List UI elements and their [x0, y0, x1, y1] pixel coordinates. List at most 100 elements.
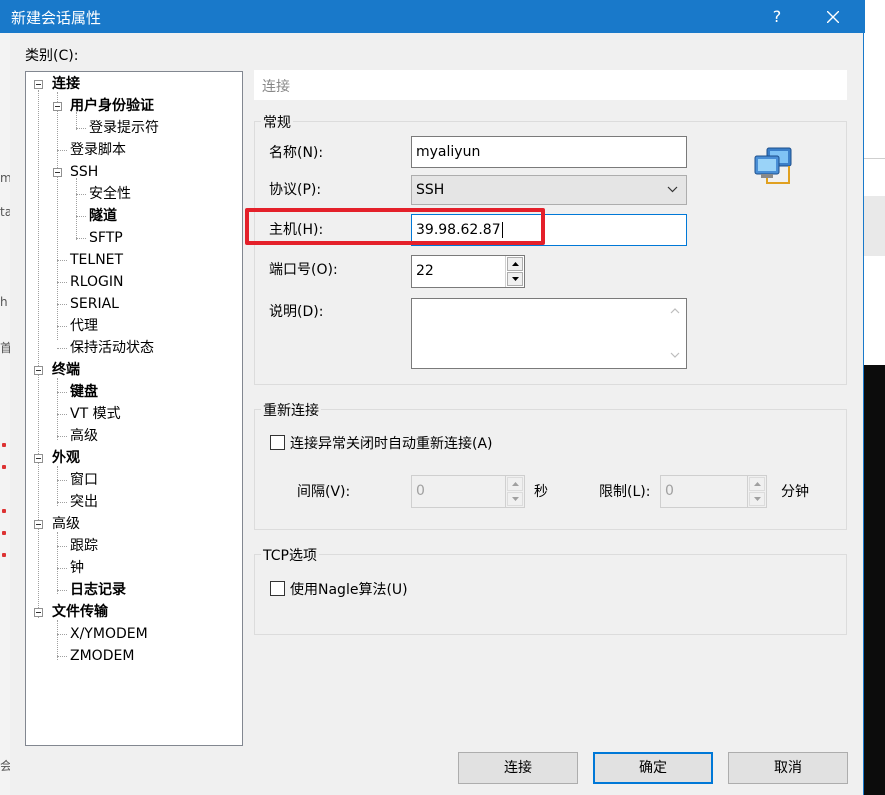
- interval-label: 间隔(V):: [297, 484, 351, 500]
- collapse-icon[interactable]: [34, 520, 43, 529]
- interval-spinner[interactable]: [505, 476, 523, 507]
- collapse-icon[interactable]: [34, 608, 43, 617]
- arrow-up-icon: [512, 482, 519, 486]
- tree-item-vt-mode[interactable]: VT 模式: [70, 404, 121, 424]
- collapse-icon[interactable]: [34, 80, 43, 89]
- description-scrollbar[interactable]: [665, 300, 685, 367]
- tree-line: [76, 216, 86, 217]
- tree-line: [57, 304, 67, 305]
- tree-line: [57, 620, 58, 660]
- auto-reconnect-label[interactable]: 连接异常关闭时自动重新连接(A): [290, 433, 493, 453]
- tree-line: [57, 260, 67, 261]
- collapse-icon[interactable]: [34, 366, 43, 375]
- close-button[interactable]: [807, 0, 859, 33]
- tree-item-keyboard[interactable]: 键盘: [70, 382, 98, 402]
- tree-item-sftp[interactable]: SFTP: [89, 228, 123, 248]
- tree-item-bell[interactable]: 钟: [70, 558, 84, 578]
- category-label: 类别(C):: [25, 48, 79, 64]
- general-group-title: 常规: [261, 112, 293, 132]
- port-spinner[interactable]: [505, 256, 523, 287]
- background-text: h: [0, 295, 8, 309]
- auto-reconnect-checkbox[interactable]: [270, 435, 285, 450]
- interval-increment-button[interactable]: [507, 477, 523, 491]
- tree-line: [57, 436, 67, 437]
- background-marker: [2, 509, 6, 513]
- tree-item-keepalive[interactable]: 保持活动状态: [70, 338, 154, 358]
- reconnect-group: [254, 409, 847, 530]
- arrow-down-icon: [512, 277, 519, 281]
- limit-label: 限制(L):: [599, 484, 651, 500]
- tree-line: [57, 466, 58, 506]
- collapse-icon[interactable]: [53, 102, 62, 111]
- tree-item-telnet[interactable]: TELNET: [70, 250, 123, 270]
- tree-item-ssh[interactable]: SSH: [70, 162, 98, 182]
- limit-spinner[interactable]: [747, 476, 765, 507]
- tree-item-login-prompt[interactable]: 登录提示符: [89, 118, 159, 138]
- tree-item-tunnel[interactable]: 隧道: [89, 206, 117, 226]
- description-label: 说明(D):: [269, 304, 324, 320]
- tree-line: [57, 532, 58, 594]
- description-textarea[interactable]: [411, 298, 687, 369]
- tree-line: [57, 348, 67, 349]
- tree-item-authentication[interactable]: 用户身份验证: [70, 96, 154, 116]
- interval-unit: 秒: [534, 484, 548, 500]
- background-marker: [2, 465, 6, 469]
- tree-item-file-transfer[interactable]: 文件传输: [52, 602, 108, 622]
- collapse-icon[interactable]: [34, 454, 43, 463]
- tree-line: [57, 546, 67, 547]
- limit-increment-button[interactable]: [749, 477, 765, 491]
- limit-unit: 分钟: [781, 484, 809, 500]
- background-text: 会: [0, 759, 10, 773]
- tree-line: [57, 656, 67, 657]
- ok-button[interactable]: 确定: [593, 752, 713, 784]
- nagle-checkbox[interactable]: [270, 581, 285, 596]
- chevron-down-icon: [667, 186, 678, 193]
- tree-item-terminal-advanced[interactable]: 高级: [70, 426, 98, 446]
- background-marker: [2, 531, 6, 535]
- protocol-select[interactable]: SSH: [411, 175, 687, 205]
- name-label: 名称(N):: [269, 145, 324, 161]
- tree-item-rlogin[interactable]: RLOGIN: [70, 272, 124, 292]
- background-window: [864, 0, 885, 795]
- arrow-up-icon: [754, 482, 761, 486]
- tree-item-trace[interactable]: 跟踪: [70, 536, 98, 556]
- tree-item-terminal[interactable]: 终端: [52, 360, 80, 380]
- nagle-label[interactable]: 使用Nagle算法(U): [290, 579, 408, 599]
- host-highlight-annotation: [245, 208, 545, 245]
- tree-item-login-script[interactable]: 登录脚本: [70, 140, 126, 160]
- tree-item-security[interactable]: 安全性: [89, 184, 131, 204]
- category-tree[interactable]: 连接 用户身份验证 登录提示符 登录脚本 SSH 安全性 隧道 SFTP TEL…: [25, 71, 243, 746]
- tree-line: [57, 150, 67, 151]
- tree-item-xymodem[interactable]: X/YMODEM: [70, 624, 148, 644]
- name-input[interactable]: myaliyun: [411, 136, 687, 168]
- background-marker: [2, 553, 6, 557]
- network-computers-icon: [754, 147, 792, 184]
- collapse-icon[interactable]: [53, 168, 62, 177]
- title-bar: 新建会话属性 ?: [1, 0, 865, 33]
- tree-line: [76, 194, 86, 195]
- port-increment-button[interactable]: [507, 257, 523, 271]
- port-decrement-button[interactable]: [507, 272, 523, 286]
- tcp-options-group-title: TCP选项: [261, 545, 319, 565]
- background-app-edge: m ta h 首 会: [0, 33, 10, 795]
- protocol-select-value: SSH: [416, 182, 445, 198]
- background-marker: [2, 443, 6, 447]
- cancel-button[interactable]: 取消: [728, 752, 848, 784]
- interval-decrement-button[interactable]: [507, 492, 523, 506]
- arrow-down-icon: [754, 497, 761, 501]
- arrow-down-icon: [512, 497, 519, 501]
- tree-item-proxy[interactable]: 代理: [70, 316, 98, 336]
- tree-item-advanced[interactable]: 高级: [52, 514, 80, 534]
- limit-decrement-button[interactable]: [749, 492, 765, 506]
- tree-item-highlight[interactable]: 突出: [70, 492, 98, 512]
- connect-button[interactable]: 连接: [458, 752, 578, 784]
- tree-item-logging[interactable]: 日志记录: [70, 580, 126, 600]
- tree-item-connection[interactable]: 连接: [52, 74, 80, 94]
- window-title: 新建会话属性: [11, 9, 102, 27]
- background-divider: [864, 158, 885, 159]
- help-button[interactable]: ?: [759, 0, 795, 33]
- tree-item-serial[interactable]: SERIAL: [70, 294, 119, 314]
- tree-item-appearance[interactable]: 外观: [52, 448, 80, 468]
- tree-item-zmodem[interactable]: ZMODEM: [70, 646, 134, 666]
- tree-item-window[interactable]: 窗口: [70, 470, 98, 490]
